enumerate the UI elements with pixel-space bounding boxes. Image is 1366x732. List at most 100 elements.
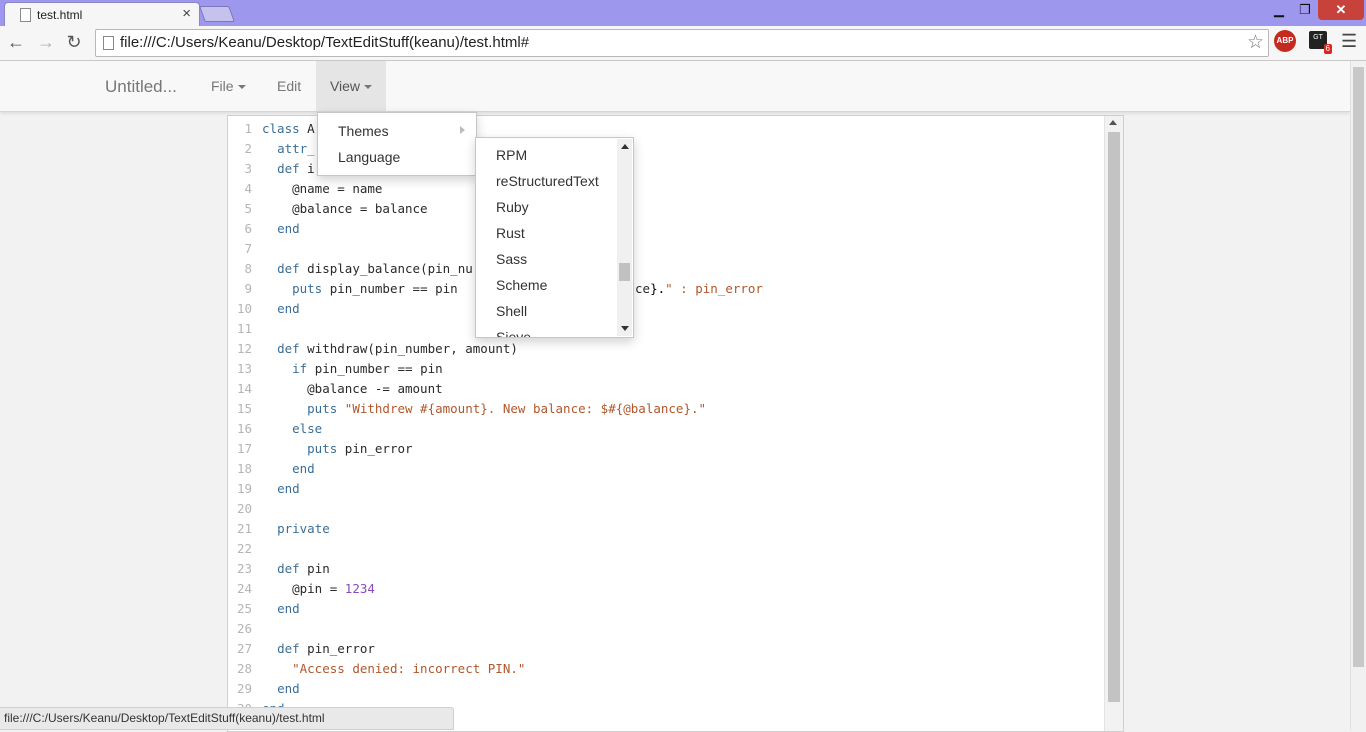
browser-tab[interactable]: test.html × (4, 2, 200, 27)
address-url[interactable]: file:///C:/Users/Keanu/Desktop/TextEditS… (120, 34, 529, 51)
code-line[interactable]: 6 end (228, 219, 1108, 239)
code-text: end (292, 461, 315, 476)
line-number: 22 (236, 541, 252, 556)
line-number: 14 (236, 381, 252, 396)
reload-icon[interactable]: ↻ (64, 32, 84, 52)
menu-item-language[interactable]: Language (338, 144, 400, 170)
document-title[interactable]: Untitled... (105, 77, 177, 97)
line-number: 25 (236, 601, 252, 616)
code-line[interactable]: 12 def withdraw(pin_number, amount) (228, 339, 1108, 359)
line-number: 27 (236, 641, 252, 656)
line-number: 3 (244, 161, 252, 176)
code-line[interactable]: 15 puts "Withdrew #{amount}. New balance… (228, 399, 1108, 419)
line-number: 16 (236, 421, 252, 436)
code-line[interactable]: 26 (228, 619, 1108, 639)
language-scrollbar[interactable] (617, 139, 632, 336)
line-number: 12 (236, 341, 252, 356)
code-text: end (277, 481, 300, 496)
bookmark-star-icon[interactable]: ☆ (1247, 31, 1264, 54)
caret-down-icon (237, 85, 246, 90)
line-number: 10 (236, 301, 252, 316)
menu-view[interactable]: View (316, 61, 386, 111)
code-text: @name = name (292, 181, 383, 196)
line-number: 18 (236, 461, 252, 476)
line-number: 11 (236, 321, 252, 336)
menu-item-themes[interactable]: Themes (338, 118, 389, 144)
line-number: 20 (236, 501, 252, 516)
adblock-icon[interactable]: ABP (1274, 30, 1296, 52)
menu-edit-label: Edit (277, 78, 302, 94)
code-line[interactable]: 11 (228, 319, 1108, 339)
language-item[interactable]: Rust (496, 220, 525, 246)
code-line[interactable]: 24 @pin = 1234 (228, 579, 1108, 599)
code-line[interactable]: 10 end (228, 299, 1108, 319)
code-line[interactable]: 25 end (228, 599, 1108, 619)
code-line[interactable]: 22 (228, 539, 1108, 559)
code-line[interactable]: 14 @balance -= amount (228, 379, 1108, 399)
code-text: puts pin_number == pin (292, 281, 458, 296)
status-bar: file:///C:/Users/Keanu/Desktop/TextEditS… (0, 707, 454, 730)
menu-view-label: View (329, 78, 361, 94)
tab-close-icon[interactable]: × (182, 5, 191, 23)
maximize-button[interactable]: ❐ (1292, 0, 1318, 20)
minimize-button[interactable]: ▁ (1266, 0, 1292, 20)
page-content: Untitled... File Edit View 1 class A 2 att… (0, 61, 1350, 732)
code-text: end (277, 681, 300, 696)
code-line[interactable]: 23 def pin (228, 559, 1108, 579)
address-bar[interactable]: file:///C:/Users/Keanu/Desktop/TextEditS… (95, 29, 1269, 57)
editor-scrollbar[interactable] (1104, 116, 1123, 731)
language-item[interactable]: Ruby (496, 194, 529, 220)
language-item[interactable]: Sieve (496, 324, 531, 337)
line-number: 8 (244, 261, 252, 276)
code-line[interactable]: 28 "Access denied: incorrect PIN." (228, 659, 1108, 679)
code-line[interactable]: 4 @name = name (228, 179, 1108, 199)
editor-scroll-thumb[interactable] (1108, 132, 1120, 702)
code-text: def display_balance(pin_nu (277, 261, 473, 276)
language-item[interactable]: Shell (496, 298, 527, 324)
language-item[interactable]: reStructuredText (496, 168, 599, 194)
menu-edit[interactable]: Edit (277, 61, 301, 111)
language-item[interactable]: Sass (496, 246, 527, 272)
gt-label: GT (1313, 34, 1323, 41)
code-text: @pin = 1234 (292, 581, 375, 596)
page-scrollbar[interactable] (1350, 61, 1366, 730)
language-item[interactable]: RPM (496, 142, 527, 168)
menu-file[interactable]: File (211, 61, 246, 111)
code-line[interactable]: 13 if pin_number == pin (228, 359, 1108, 379)
hamburger-menu-icon[interactable]: ☰ (1341, 31, 1357, 52)
code-text: puts pin_error (307, 441, 413, 456)
code-text: @balance = balance (292, 201, 428, 216)
page-icon (20, 8, 31, 22)
language-scroll-thumb[interactable] (619, 263, 630, 281)
forward-arrow-icon[interactable]: → (36, 32, 56, 52)
line-number: 21 (236, 521, 252, 536)
status-url: file:///C:/Users/Keanu/Desktop/TextEditS… (4, 711, 325, 725)
code-line[interactable]: 29 end (228, 679, 1108, 699)
code-line[interactable]: 17 puts pin_error (228, 439, 1108, 459)
app-navbar: Untitled... File Edit View (0, 61, 1350, 112)
code-text: puts "Withdrew #{amount}. New balance: $… (307, 401, 707, 416)
scroll-up-icon[interactable] (1109, 120, 1117, 125)
code-line[interactable]: 27 def pin_error (228, 639, 1108, 659)
page-scroll-thumb[interactable] (1353, 67, 1364, 667)
scroll-up-icon[interactable] (621, 144, 629, 149)
code-line[interactable]: 5 @balance = balance (228, 199, 1108, 219)
code-line[interactable]: 16 else (228, 419, 1108, 439)
code-text: "Access denied: incorrect PIN." (292, 661, 526, 676)
gt-badge: 6 (1323, 44, 1332, 54)
code-line[interactable]: 7 (228, 239, 1108, 259)
code-line[interactable]: 21 private (228, 519, 1108, 539)
line-number: 26 (236, 621, 252, 636)
code-editor[interactable]: 1 class A2 attr_ 3 def i4 @name = name 5 @b… (227, 115, 1124, 732)
scroll-down-icon[interactable] (621, 326, 629, 331)
code-line[interactable]: 20 (228, 499, 1108, 519)
code-line[interactable]: 8 def display_balance(pin_nu (228, 259, 1108, 279)
new-tab-button[interactable] (199, 6, 235, 22)
back-arrow-icon[interactable]: ← (6, 32, 26, 52)
google-translate-icon[interactable]: GT 6 (1309, 31, 1332, 54)
language-submenu: RPM reStructuredText Ruby Rust Sass Sche… (475, 137, 634, 338)
close-window-button[interactable]: ✕ (1318, 0, 1364, 20)
language-item[interactable]: Scheme (496, 272, 547, 298)
code-line[interactable]: 18 end (228, 459, 1108, 479)
code-line[interactable]: 19 end (228, 479, 1108, 499)
